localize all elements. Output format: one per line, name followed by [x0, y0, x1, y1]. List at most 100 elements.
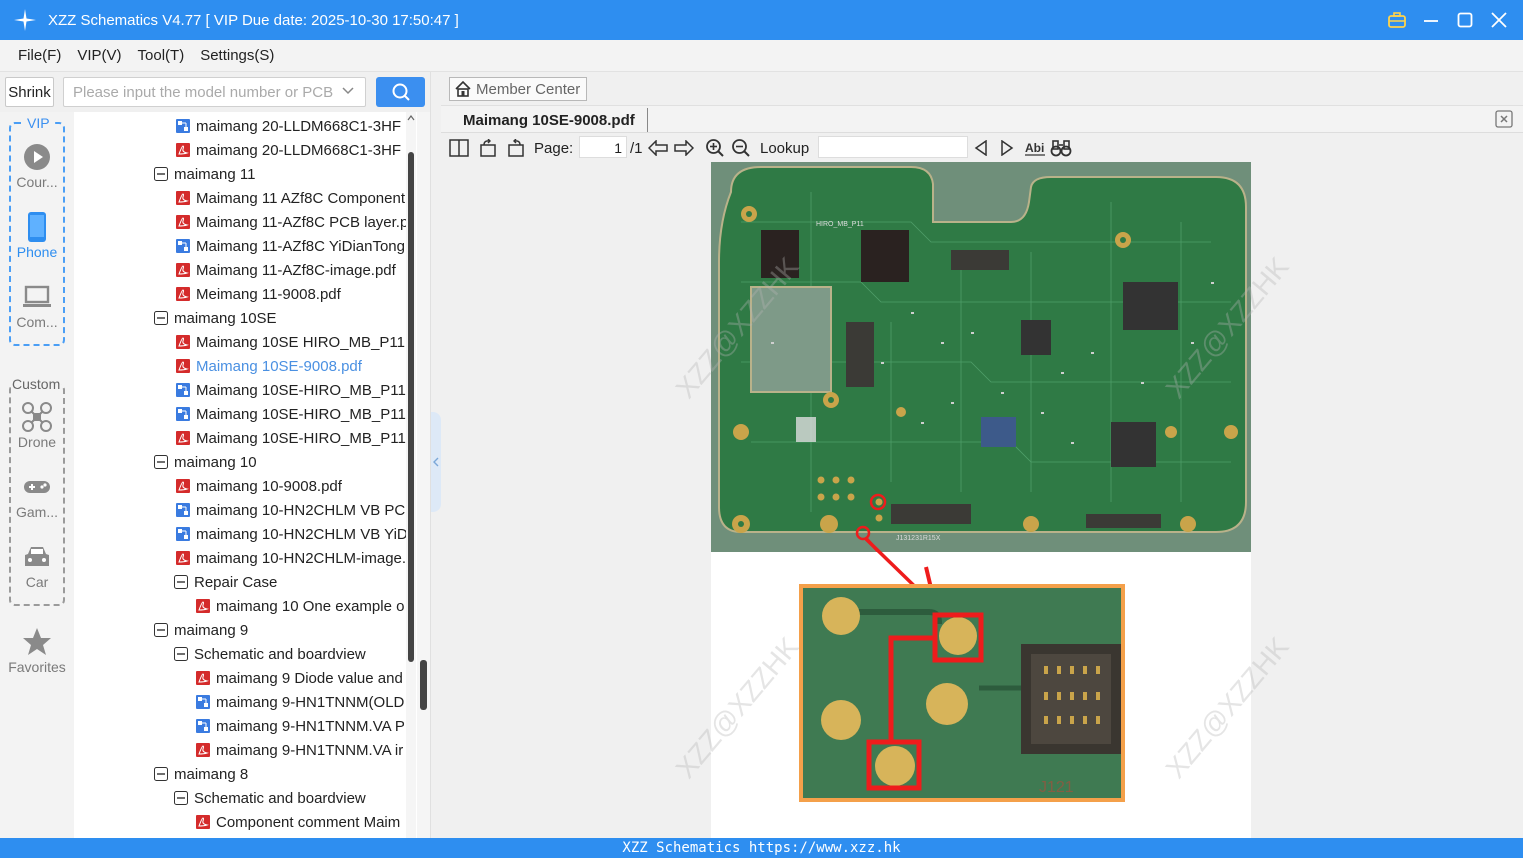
tree-file[interactable]: maimang 9-HN1TNNM.VA ir	[196, 738, 406, 762]
tab-document[interactable]: Maimang 10SE-9008.pdf	[451, 108, 648, 132]
tree-file[interactable]: Maimang 11 AZf8C Component	[176, 186, 406, 210]
member-center-button[interactable]: Member Center	[449, 77, 588, 101]
collapse-toggle-icon[interactable]	[154, 455, 174, 469]
tree-item-label: Meimang 11-9008.pdf	[196, 285, 341, 303]
sidebar-item-phone[interactable]: Phone	[0, 212, 74, 260]
page-total: /1	[630, 139, 643, 157]
tree-file[interactable]: maimang 20-LLDM668C1-3HF P	[176, 114, 406, 138]
tree-file[interactable]: maimang 9-HN1TNNM.VA P	[196, 714, 406, 738]
shrink-button[interactable]: Shrink	[5, 77, 54, 107]
outer-scrollbar[interactable]	[417, 112, 430, 838]
sidebar-item-car[interactable]: Car	[0, 542, 74, 590]
tree-file[interactable]: Maimang 11-AZf8C-image.pdf	[176, 258, 406, 282]
title-bar: XZZ Schematics V4.77 [ VIP Due date: 202…	[0, 0, 1523, 40]
two-page-icon[interactable]	[449, 137, 469, 159]
tree-file[interactable]: maimang 10-HN2CHLM VB PCB	[176, 498, 406, 522]
tree-item-label: Maimang 11 AZf8C Component	[196, 189, 405, 207]
app-logo-icon	[14, 9, 36, 31]
sidebar-item-favorites[interactable]: Favorites	[0, 627, 74, 675]
collapse-toggle-icon[interactable]	[154, 167, 174, 181]
tree-file[interactable]: Maimang 10SE-9008.pdf	[176, 354, 406, 378]
tree-file[interactable]: Meimang 11-9008.pdf	[176, 282, 406, 306]
collapse-toggle-icon[interactable]	[174, 575, 194, 589]
collapse-toggle-icon[interactable]	[174, 647, 194, 661]
tree-folder[interactable]: Schematic and boardview	[174, 642, 406, 666]
sidebar-item-drone[interactable]: Drone	[0, 402, 74, 450]
zoom-out-icon[interactable]	[731, 137, 751, 159]
sidebar-item-label: Cour...	[16, 174, 58, 190]
tree-file[interactable]: Maimang 10SE-HIRO_MB_P11 i	[176, 426, 406, 450]
zoom-in-icon[interactable]	[705, 137, 725, 159]
close-tab-icon[interactable]	[1495, 110, 1513, 128]
page-number-input[interactable]: 1	[579, 136, 627, 158]
search-input[interactable]: Please input the model number or PCB	[63, 77, 366, 107]
sidebar-item-computer[interactable]: Com...	[0, 282, 74, 330]
collapse-handle[interactable]	[431, 412, 441, 512]
tree-file[interactable]: maimang 10-HN2CHLM VB YiD	[176, 522, 406, 546]
next-page-icon[interactable]	[674, 137, 694, 159]
tree-file[interactable]: maimang 20-LLDM668C1-3HF i	[176, 138, 406, 162]
tree-folder[interactable]: Repair Case	[174, 570, 406, 594]
tree-item-label: Maimang 10SE-HIRO_MB_P11 Y	[196, 405, 406, 423]
pdf-file-icon	[196, 815, 216, 829]
tree-item-label: maimang 10	[174, 453, 257, 471]
menu-tool[interactable]: Tool(T)	[138, 47, 185, 64]
sidebar-item-course[interactable]: Cour...	[0, 142, 74, 190]
tree-folder[interactable]: maimang 11	[154, 162, 406, 186]
rotate-right-icon[interactable]	[505, 137, 525, 159]
rotate-left-icon[interactable]	[479, 137, 499, 159]
tree-file[interactable]: maimang 9 Diode value and	[196, 666, 406, 690]
binoculars-icon[interactable]	[1050, 137, 1072, 159]
briefcase-icon[interactable]	[1385, 8, 1409, 32]
tree-item-label: maimang 20-LLDM668C1-3HF P	[196, 117, 406, 135]
tree-item-label: maimang 10 One example o	[216, 597, 405, 615]
find-next-icon[interactable]	[998, 137, 1016, 159]
tree-file[interactable]: Maimang 10SE-HIRO_MB_P11 Y	[176, 402, 406, 426]
menu-file[interactable]: File(F)	[18, 47, 61, 64]
collapse-toggle-icon[interactable]	[154, 311, 174, 325]
window-title: XZZ Schematics V4.77 [ VIP Due date: 202…	[48, 11, 459, 29]
find-prev-icon[interactable]	[972, 137, 990, 159]
tree-scrollbar[interactable]	[406, 112, 416, 838]
tree-file[interactable]: maimang 10 One example o	[196, 594, 406, 618]
lookup-input[interactable]	[818, 136, 968, 158]
collapse-toggle-icon[interactable]	[154, 623, 174, 637]
prev-page-icon[interactable]	[648, 137, 668, 159]
outer-scrollbar-thumb[interactable]	[420, 660, 427, 710]
maximize-button[interactable]	[1453, 8, 1477, 32]
menu-vip[interactable]: VIP(V)	[77, 47, 121, 64]
tree-file[interactable]: Maimang 10SE-HIRO_MB_P11 P	[176, 378, 406, 402]
tree-file[interactable]: Maimang 11-AZf8C YiDianTong	[176, 234, 406, 258]
tree-folder[interactable]: maimang 8	[154, 762, 406, 786]
tree-folder[interactable]: Schematic and boardview	[174, 786, 406, 810]
pdf-file-icon	[176, 359, 196, 373]
tree-folder[interactable]: maimang 10SE	[154, 306, 406, 330]
minimize-button[interactable]	[1419, 8, 1443, 32]
pdf-file-icon	[176, 143, 196, 157]
tree-file[interactable]: Maimang 11-AZf8C PCB layer.p	[176, 210, 406, 234]
collapse-toggle-icon[interactable]	[154, 767, 174, 781]
tree-file[interactable]: maimang 9-HN1TNNM(OLD	[196, 690, 406, 714]
close-button[interactable]	[1487, 8, 1511, 32]
tree-file[interactable]: maimang 10-HN2CHLM-image.	[176, 546, 406, 570]
pcb-file-icon	[176, 383, 196, 397]
tree-folder[interactable]: maimang 9	[154, 618, 406, 642]
pdf-viewer[interactable]: HIRO_MB_P11 J131231R15X J121 XZZ@XZZHK X…	[441, 162, 1523, 838]
tree-item-label: Maimang 10SE HIRO_MB_P11 C	[196, 333, 406, 351]
tree-file[interactable]: Maimang 10SE HIRO_MB_P11 C	[176, 330, 406, 354]
tree-scrollbar-thumb[interactable]	[408, 152, 414, 662]
menu-settings[interactable]: Settings(S)	[200, 47, 274, 64]
tree-file[interactable]: maimang 10-9008.pdf	[176, 474, 406, 498]
search-button[interactable]	[376, 77, 425, 107]
panel-splitter[interactable]	[430, 72, 441, 838]
member-center-label: Member Center	[476, 80, 581, 98]
pdf-file-icon	[196, 671, 216, 685]
lookup-label: Lookup	[760, 139, 810, 157]
sidebar-item-game[interactable]: Gam...	[0, 472, 74, 520]
collapse-toggle-icon[interactable]	[174, 791, 194, 805]
match-case-icon[interactable]: Abi	[1024, 137, 1046, 159]
search-bar: Shrink Please input the model number or …	[0, 72, 440, 112]
tree-folder[interactable]: maimang 10	[154, 450, 406, 474]
chevron-down-icon[interactable]	[341, 84, 355, 98]
tree-file[interactable]: Component comment Maim	[196, 810, 406, 834]
